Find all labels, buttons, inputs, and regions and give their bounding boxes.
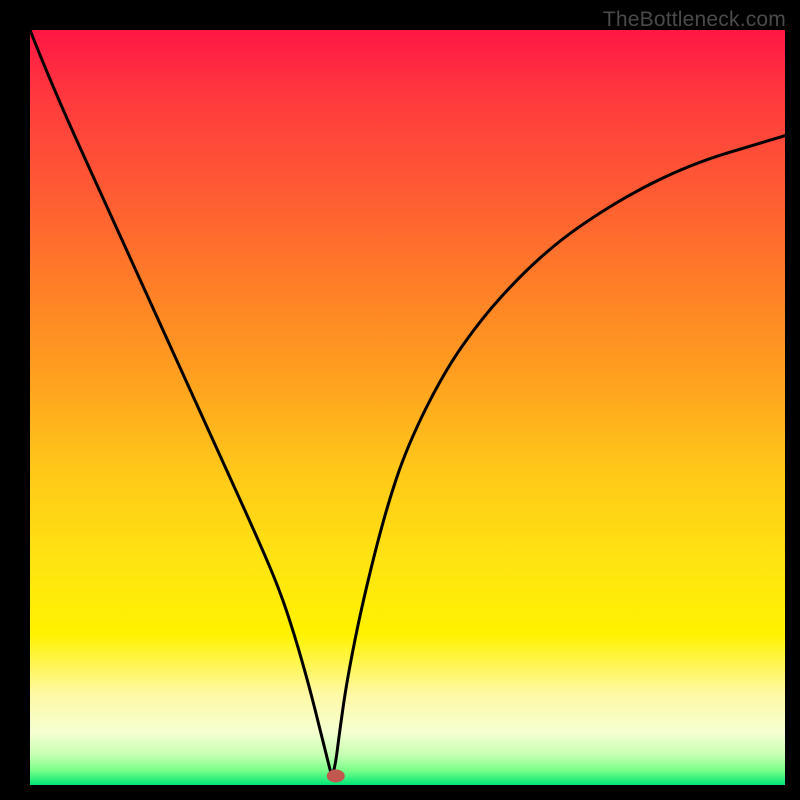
bottleneck-curve-svg (30, 30, 785, 785)
plot-area (30, 30, 785, 785)
bottleneck-curve (30, 30, 785, 774)
chart-stage: TheBottleneck.com (0, 0, 800, 800)
watermark-text: TheBottleneck.com (603, 8, 786, 32)
optimal-marker (327, 769, 345, 782)
